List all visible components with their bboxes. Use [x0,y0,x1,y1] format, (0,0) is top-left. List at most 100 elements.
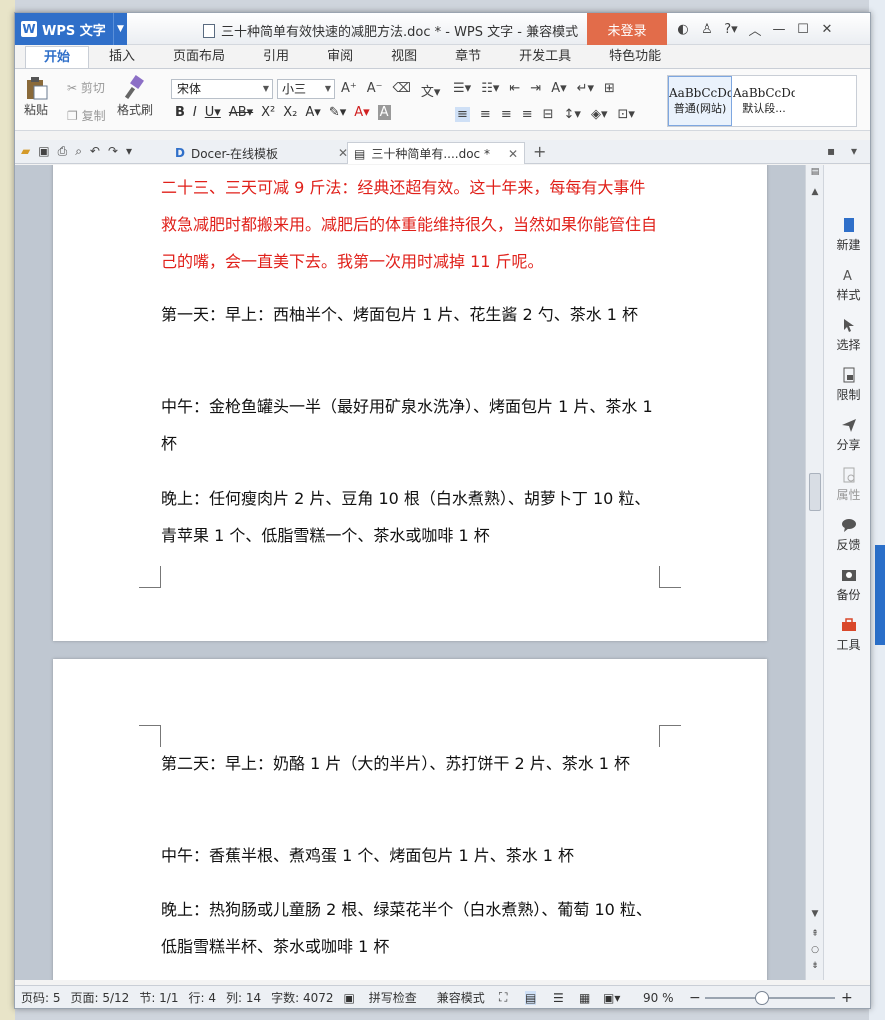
panel-restrict[interactable]: 限制 [824,367,870,403]
tab-review[interactable]: 审阅 [309,46,371,68]
save-icon[interactable]: ▣ [38,144,49,159]
align-center-icon[interactable]: ≡ [480,107,491,122]
next-page-icon[interactable]: ⇟ [806,961,824,971]
paragraph[interactable]: 中午：金枪鱼罐头一半（最好用矿泉水洗净）、烤面包片 1 片、茶水 1 杯 [161,388,661,462]
close-icon[interactable]: ✕ [815,13,839,45]
strikethrough-icon[interactable]: AB▾ [229,105,253,120]
undo-icon[interactable]: ↶ [90,144,100,159]
status-word-count[interactable]: 字数: 4072 [271,989,333,1006]
redo-icon[interactable]: ↷ [108,144,118,159]
shrink-font-icon[interactable]: A⁻ [367,81,383,100]
panel-share[interactable]: 分享 [824,417,870,453]
print-icon[interactable]: ⎙ [58,144,68,159]
paragraph[interactable]: 中午：香蕉半根、煮鸡蛋 1 个、烤面包片 1 片、茶水 1 杯 [161,837,661,874]
panel-properties[interactable]: 属性 [824,467,870,503]
doc-tab-docer[interactable]: D Docer-在线模板 ✕ [169,142,348,164]
paste-button[interactable]: 粘贴 [23,75,49,118]
subscript-icon[interactable]: X₂ [283,105,297,120]
chinese-layout-icon[interactable]: A▾ [551,81,566,96]
align-left-icon[interactable]: ≡ [455,107,470,122]
tab-page-layout[interactable]: 页面布局 [155,46,243,68]
zoom-slider[interactable] [705,997,835,999]
scroll-split-icon[interactable]: ▤ [806,167,824,177]
style-gallery-more[interactable] [796,76,852,126]
print-preview-icon[interactable]: ⌕ [75,144,82,159]
tab-developer[interactable]: 开发工具 [501,46,589,68]
status-page-number[interactable]: 页码: 5 [21,989,61,1006]
customize-toolbar-icon[interactable]: ▾ [126,144,132,159]
new-tab-icon[interactable]: + [533,142,546,161]
zoom-level[interactable]: 90 % [643,991,674,1005]
text-effect-icon[interactable]: A▾ [305,105,320,120]
tab-features[interactable]: 特色功能 [591,46,679,68]
collapse-ribbon-icon[interactable]: ︿ [743,13,767,45]
show-marks-icon[interactable]: ↵▾ [577,81,594,96]
format-painter-button[interactable]: 格式刷 [117,75,153,118]
paragraph[interactable]: 晚上：任何瘦肉片 2 片、豆角 10 根（白水煮熟）、胡萝卜丁 10 粒、青苹果… [161,480,661,554]
tab-list-icon[interactable]: ▪ [827,144,835,158]
style-default-paragraph[interactable]: AaBbCcDd 默认段... [732,76,796,126]
close-icon[interactable]: ✕ [508,147,518,161]
char-shading-icon[interactable]: A [377,105,391,120]
help-icon[interactable]: ?▾ [719,13,743,45]
paragraph[interactable]: 二十三、三天可减 9 斤法：经典还超有效。这十年来，每每有大事件救急减肥时都搬来… [161,169,661,280]
maximize-icon[interactable]: ☐ [791,13,815,45]
panel-tools[interactable]: 工具 [824,617,870,653]
copy-button[interactable]: ❐ 复制 [67,107,106,124]
font-color-icon[interactable]: A▾ [354,105,369,120]
chevron-down-icon[interactable]: ▼ [113,13,127,45]
highlight-icon[interactable]: ✎▾ [329,105,346,120]
browse-object-icon[interactable]: ○ [806,945,824,955]
italic-icon[interactable]: I [193,105,197,120]
decrease-indent-icon[interactable]: ⇤ [509,81,520,96]
phonetic-icon[interactable]: 文▾ [421,81,441,100]
increase-indent-icon[interactable]: ⇥ [530,81,541,96]
borders-icon[interactable]: ⊡▾ [617,107,634,122]
justify-icon[interactable]: ≡ [522,107,533,122]
panel-styles[interactable]: A 样式 [824,267,870,303]
scroll-down-icon[interactable]: ▼ [806,909,824,919]
zoom-in-icon[interactable]: + [841,990,853,1006]
panel-new[interactable]: 新建 [824,217,870,253]
shirt-icon[interactable]: ♙ [695,13,719,45]
clear-format-icon[interactable]: ⌫ [393,81,411,100]
previous-page-icon[interactable]: ⇞ [806,929,824,939]
line-spacing-icon[interactable]: ↕▾ [564,107,581,122]
tab-insert[interactable]: 插入 [91,46,153,68]
scroll-up-icon[interactable]: ▲ [806,187,824,197]
table-icon[interactable]: ⊞ [604,81,615,96]
zoom-out-icon[interactable]: − [689,990,701,1006]
app-menu-button[interactable]: W WPS 文字 ▼ [15,13,127,45]
tab-view[interactable]: 视图 [373,46,435,68]
underline-icon[interactable]: U▾ [205,105,221,120]
tab-chapter[interactable]: 章节 [437,46,499,68]
outline-view-icon[interactable]: ☰ [553,991,564,1005]
grow-font-icon[interactable]: A⁺ [341,81,357,100]
page-view-icon[interactable]: ▤ [525,990,537,1005]
panel-feedback[interactable]: 反馈 [824,517,870,553]
scroll-thumb[interactable] [809,473,821,511]
status-pages[interactable]: 页面: 5/12 [71,989,130,1006]
cut-button[interactable]: ✂ 剪切 [67,79,105,96]
panel-select[interactable]: 选择 [824,317,870,353]
align-right-icon[interactable]: ≡ [501,107,512,122]
vertical-scrollbar[interactable]: ▤ ▲ ▼ ⇞ ○ ⇟ [805,165,823,980]
minimize-icon[interactable]: — [767,13,791,45]
paragraph[interactable]: 晚上：热狗肠或儿童肠 2 根、绿菜花半个（白水煮熟）、葡萄 10 粒、低脂雪糕半… [161,891,661,965]
font-size-select[interactable]: 小三 ▼ [277,79,335,99]
zoom-slider-handle[interactable] [755,991,769,1005]
web-view-icon[interactable]: ▦ [579,991,590,1005]
reading-mode-icon[interactable]: ▣▾ [603,991,620,1005]
tab-references[interactable]: 引用 [245,46,307,68]
fullscreen-view-icon[interactable]: ⛶ [499,990,507,1005]
open-folder-icon[interactable]: ▰ [21,144,30,159]
login-button[interactable]: 未登录 [587,13,667,45]
tab-home[interactable]: 开始 [25,46,90,68]
bullet-list-icon[interactable]: ☰▾ [453,81,471,96]
paragraph[interactable]: 第二天：早上：奶酪 1 片（大的半片）、苏打饼干 2 片、茶水 1 杯 [161,745,661,782]
superscript-icon[interactable]: X² [261,105,275,120]
paragraph[interactable]: 第一天：早上：西柚半个、烤面包片 1 片、花生酱 2 勺、茶水 1 杯 [161,296,661,333]
skin-icon[interactable]: ◐ [671,13,695,45]
numbered-list-icon[interactable]: ☷▾ [481,81,499,96]
distribute-icon[interactable]: ⊟ [543,107,554,122]
